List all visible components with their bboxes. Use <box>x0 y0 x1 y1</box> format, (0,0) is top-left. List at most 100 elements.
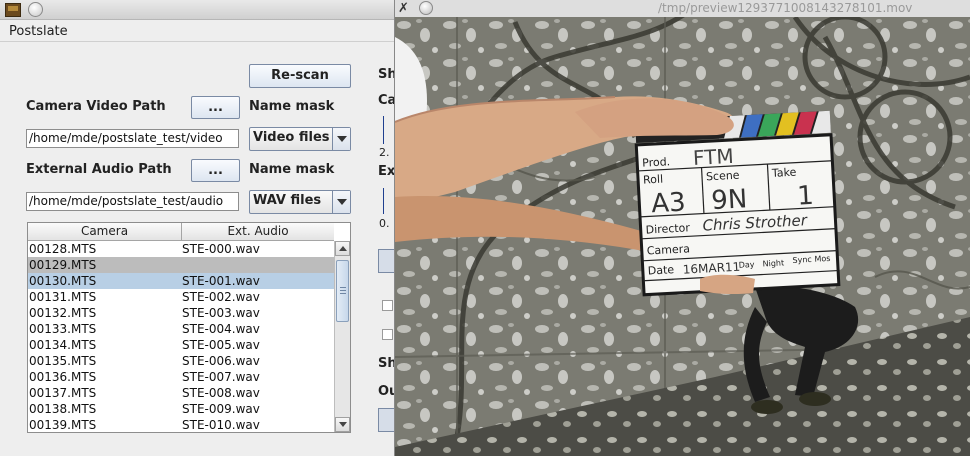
table-row[interactable]: 00129.MTS <box>28 257 334 273</box>
fragment-label: Ou <box>378 384 394 399</box>
slate-sync-label: Sync <box>792 255 812 265</box>
rescan-button[interactable]: Re-scan <box>249 64 351 88</box>
grip-icon <box>340 287 346 294</box>
postslate-window: Postslate Re-scan Camera Video Path ... … <box>0 0 395 456</box>
preview-window: ✗ /tmp/preview1293771008143278101.mov Pr… <box>395 0 970 456</box>
clipped-button[interactable] <box>378 408 394 432</box>
slate-day-label: Day <box>738 260 755 270</box>
cell-audio-file: STE-004.wav <box>182 322 260 336</box>
table-row[interactable]: 00128.MTS STE-000.wav <box>28 241 334 257</box>
table-row[interactable]: 00136.MTS STE-007.wav <box>28 369 334 385</box>
table-row[interactable]: 00131.MTS STE-002.wav <box>28 289 334 305</box>
cell-camera-file: 00133.MTS <box>29 322 97 336</box>
clipped-checkbox[interactable] <box>382 300 393 311</box>
window-titlebar <box>0 0 394 20</box>
cell-audio-file: STE-010.wav <box>182 418 260 432</box>
cell-camera-file: 00136.MTS <box>29 370 97 384</box>
slate-scene-value: 9N <box>711 184 749 216</box>
camera-browse-button[interactable]: ... <box>191 96 240 119</box>
slate-night-label: Night <box>762 258 784 268</box>
menu-postslate[interactable]: Postslate <box>9 24 68 39</box>
table-row[interactable]: 00139.MTS STE-010.wav <box>28 417 334 432</box>
slate-take-value: 1 <box>796 181 814 212</box>
column-header-ext-audio[interactable]: Ext. Audio <box>182 224 334 238</box>
cell-camera-file: 00134.MTS <box>29 338 97 352</box>
cell-camera-file: 00129.MTS <box>29 258 97 272</box>
preview-title: /tmp/preview1293771008143278101.mov <box>658 1 913 15</box>
video-frame: Prod. FTM Roll A3 Scene 9N Take 1 Direct… <box>395 17 970 456</box>
cell-audio-file: STE-006.wav <box>182 354 260 368</box>
audio-path-label: External Audio Path <box>26 162 172 177</box>
slate-roll-value: A3 <box>651 187 687 219</box>
table-row[interactable]: 00138.MTS STE-009.wav <box>28 401 334 417</box>
cell-camera-file: 00139.MTS <box>29 418 97 432</box>
cell-camera-file: 00132.MTS <box>29 306 97 320</box>
table-row[interactable]: 00132.MTS STE-003.wav <box>28 305 334 321</box>
slate-director-label: Director <box>645 221 690 236</box>
cell-audio-file: STE-008.wav <box>182 386 260 400</box>
camera-name-mask-label: Name mask <box>249 99 335 114</box>
cell-audio-file: STE-000.wav <box>182 242 260 256</box>
cell-camera-file: 00130.MTS <box>29 274 97 288</box>
camera-path-label: Camera Video Path <box>26 99 166 114</box>
table-row[interactable]: 00134.MTS STE-005.wav <box>28 337 334 353</box>
window-minimize-button[interactable] <box>419 1 433 15</box>
cell-camera-file: 00131.MTS <box>29 290 97 304</box>
clipped-checkbox[interactable] <box>382 329 393 340</box>
cell-camera-file: 00135.MTS <box>29 354 97 368</box>
fragment-label: Sh <box>378 67 395 82</box>
slate-roll-label: Roll <box>643 173 664 187</box>
camera-mask-value: Video files <box>253 130 330 145</box>
cell-camera-file: 00128.MTS <box>29 242 97 256</box>
slate-mos-label: Mos <box>814 254 830 264</box>
cell-audio-file: STE-002.wav <box>182 290 260 304</box>
slate-date-label: Date <box>648 263 675 277</box>
chevron-down-icon[interactable] <box>332 128 350 150</box>
scroll-up-icon[interactable] <box>335 241 350 256</box>
cell-audio-file: STE-001.wav <box>182 274 260 288</box>
table-header: Camera Ext. Audio <box>28 223 334 241</box>
fragment-label: Ca <box>378 93 395 108</box>
scrollbar-thumb[interactable] <box>336 260 349 322</box>
cell-audio-file: STE-005.wav <box>182 338 260 352</box>
cell-camera-file: 00137.MTS <box>29 386 97 400</box>
cell-audio-file: STE-007.wav <box>182 370 260 384</box>
fragment-value: 2. <box>379 146 390 159</box>
audio-mask-select[interactable]: WAV files <box>249 190 351 214</box>
cell-camera-file: 00138.MTS <box>29 402 97 416</box>
slate-take-label: Take <box>771 166 797 180</box>
scroll-down-icon[interactable] <box>335 417 350 432</box>
fragment-value: 0. <box>379 217 390 230</box>
fragment-label: Sh <box>378 356 395 371</box>
table-row[interactable]: 00135.MTS STE-006.wav <box>28 353 334 369</box>
close-icon[interactable]: ✗ <box>398 1 409 16</box>
audio-browse-button[interactable]: ... <box>191 159 240 182</box>
slider-track[interactable] <box>383 116 384 144</box>
menubar: Postslate <box>0 21 394 42</box>
slider-track[interactable] <box>383 188 384 214</box>
audio-path-field[interactable]: /home/mde/postslate_test/audio <box>26 192 239 211</box>
table-row[interactable]: 00137.MTS STE-008.wav <box>28 385 334 401</box>
camera-path-field[interactable]: /home/mde/postslate_test/video <box>26 129 239 148</box>
table-body: 00128.MTS STE-000.wav 00129.MTS 00130.MTS ST… <box>28 241 334 432</box>
preview-titlebar: ✗ /tmp/preview1293771008143278101.mov <box>395 0 970 17</box>
fragment-label: Ex <box>378 164 395 179</box>
column-header-camera[interactable]: Camera <box>28 224 181 238</box>
slate-scene-label: Scene <box>706 169 740 184</box>
clipped-button[interactable] <box>378 249 394 273</box>
table-row[interactable]: 00133.MTS STE-004.wav <box>28 321 334 337</box>
cell-audio-file: STE-003.wav <box>182 306 260 320</box>
table-scrollbar[interactable] <box>334 241 350 432</box>
slate-prod-label: Prod. <box>642 155 671 169</box>
app-icon <box>5 3 21 17</box>
audio-mask-value: WAV files <box>253 193 322 208</box>
window-minimize-button[interactable] <box>28 2 43 17</box>
audio-name-mask-label: Name mask <box>249 162 335 177</box>
slate-prod-value: FTM <box>692 144 734 170</box>
camera-mask-select[interactable]: Video files <box>249 127 351 151</box>
chevron-down-icon[interactable] <box>332 191 350 213</box>
file-match-table: Camera Ext. Audio 00128.MTS STE-000.wav 00… <box>27 222 351 433</box>
cell-audio-file: STE-009.wav <box>182 402 260 416</box>
slate-camera-label: Camera <box>646 242 690 257</box>
table-row[interactable]: 00130.MTS STE-001.wav <box>28 273 334 289</box>
